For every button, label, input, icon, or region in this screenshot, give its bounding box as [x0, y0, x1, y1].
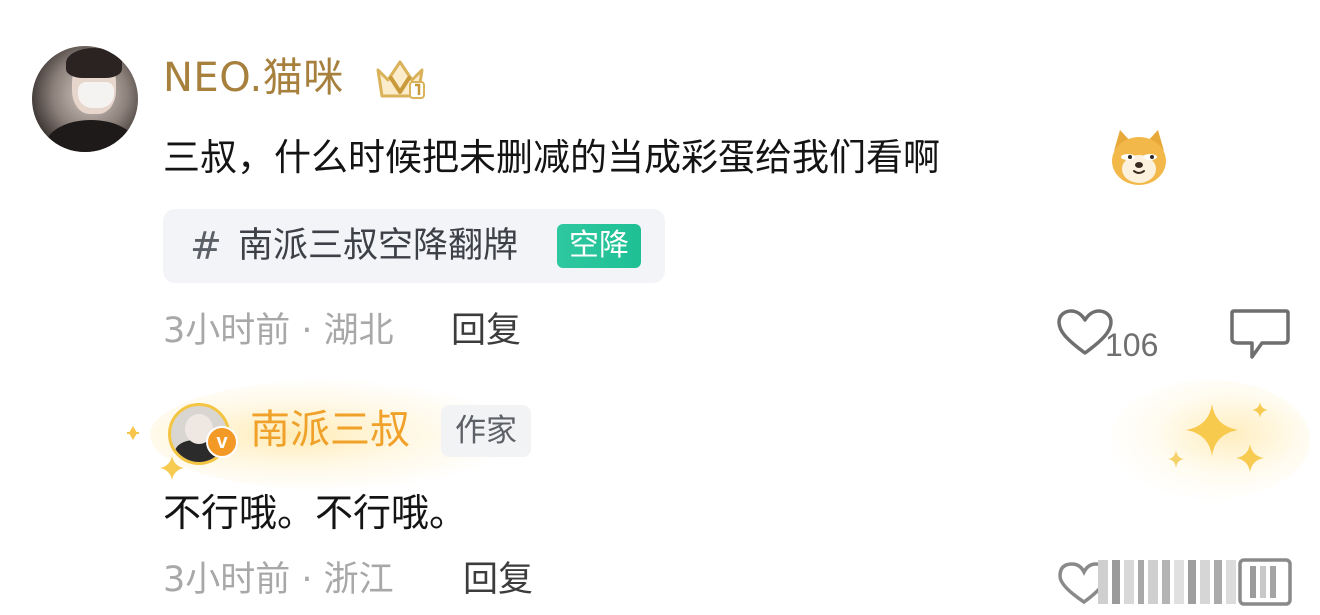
crown-badge-icon — [376, 60, 425, 99]
author-role-tag: 作家 — [441, 405, 531, 457]
reply-button[interactable]: 回复 — [463, 556, 533, 604]
sparkle-icon-right — [1168, 402, 1268, 472]
comment-bubble-icon[interactable] — [1228, 305, 1292, 363]
avatar-figure-mask — [78, 82, 114, 108]
reply-button[interactable]: 回复 — [451, 307, 521, 355]
topic-name[interactable]: 南派三叔空降翻牌 — [238, 222, 518, 270]
like-count: 106 — [1105, 327, 1159, 363]
reply-text: 不行哦。不行哦。 — [163, 491, 468, 535]
reply-actions-obscured — [1058, 558, 1292, 606]
reply-meta: 3小时前 · 浙江 — [163, 560, 394, 600]
doge-emoji-icon — [1112, 130, 1166, 185]
comment-text: 三叔，什么时候把未删减的当成彩蛋给我们看啊 — [163, 136, 940, 179]
topic-tag-badge: 空降 — [557, 224, 641, 268]
avatar-figure-body — [46, 120, 136, 152]
avatar-figure-hair — [66, 48, 122, 78]
comment-meta: 3小时前 · 湖北 — [163, 311, 394, 351]
commenter-avatar[interactable] — [32, 46, 138, 152]
commenter-username[interactable]: NEO.猫咪 — [163, 52, 344, 104]
verified-badge: v — [206, 426, 238, 458]
hashtag-icon: # — [190, 224, 222, 268]
author-username[interactable]: 南派三叔 — [250, 404, 410, 456]
